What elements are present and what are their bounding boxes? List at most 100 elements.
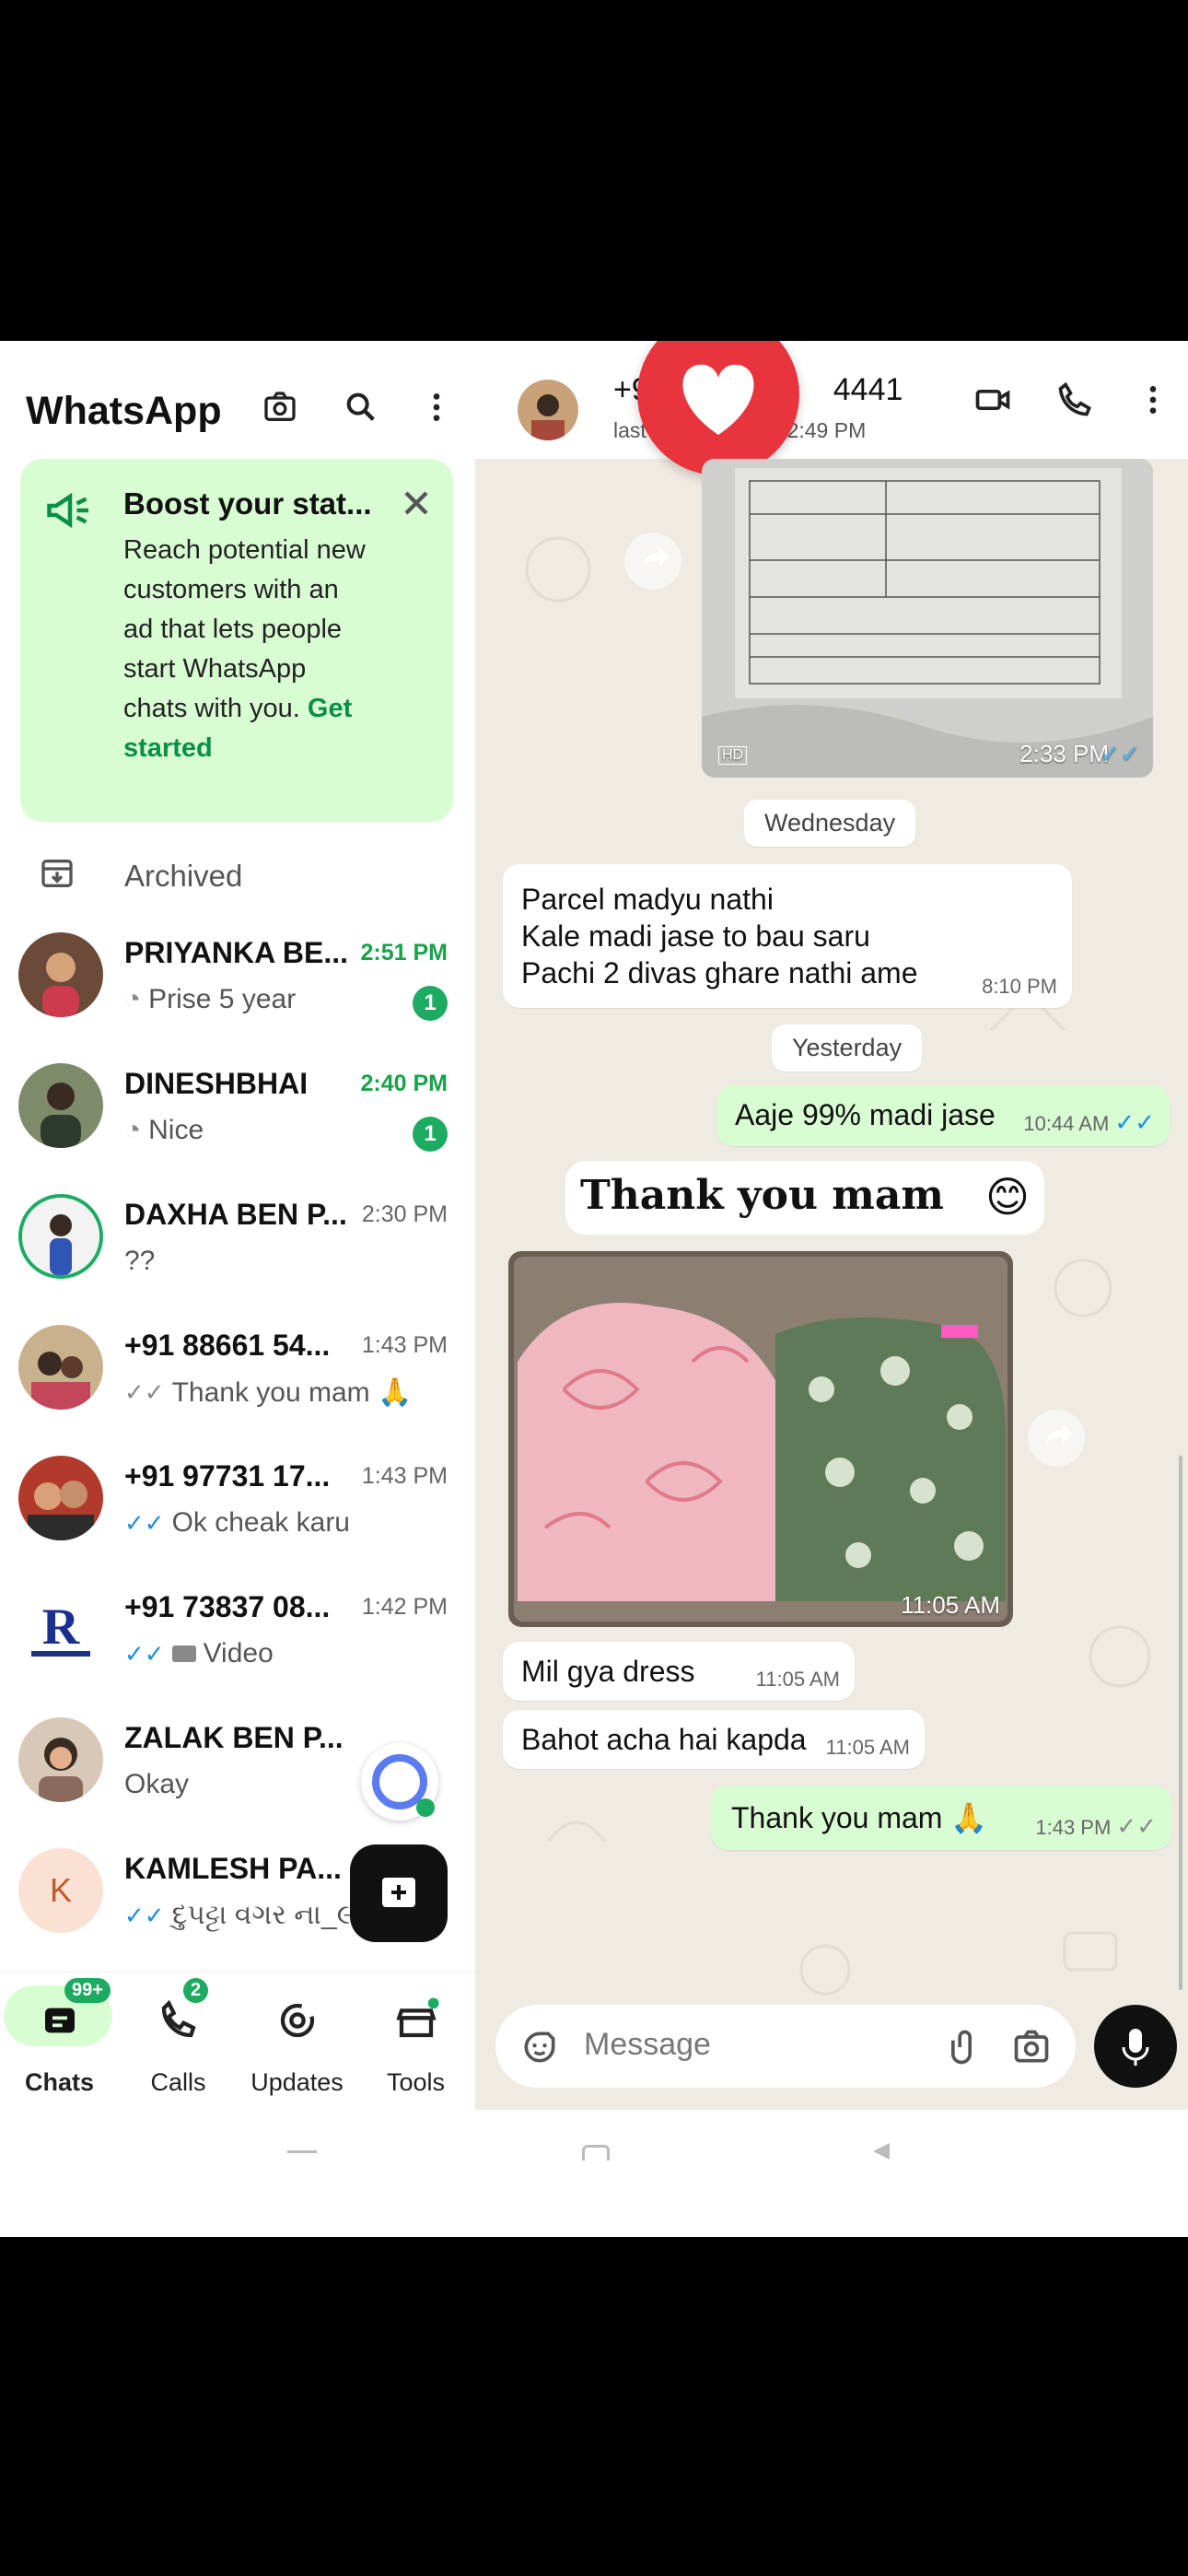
chat-preview-text: Nice	[148, 1115, 204, 1145]
chat-time: 2:51 PM	[360, 940, 448, 966]
double-tick-icon: ✓✓	[124, 1508, 165, 1537]
tab-calls[interactable]: 2 Calls	[119, 1973, 238, 2111]
tab-tools[interactable]: Tools	[356, 1973, 475, 2111]
chat-time: 1:43 PM	[361, 1463, 448, 1489]
status-mention-icon: ◔	[124, 1115, 142, 1145]
chat-name: KAMLESH PA...	[124, 1852, 342, 1885]
chat-preview-text: Video	[203, 1638, 274, 1669]
message-time: 11:05 AM	[755, 1668, 840, 1691]
forward-icon[interactable]	[624, 533, 681, 590]
chat-name: +91 88661 54...	[124, 1329, 331, 1362]
hd-label: HD	[718, 746, 748, 765]
boost-body: Reach potential new customers with an ad…	[123, 531, 372, 768]
camera-icon[interactable]	[1011, 2027, 1052, 2067]
heart-reaction-icon	[637, 341, 799, 475]
back-icon[interactable]	[873, 2143, 890, 2160]
search-icon[interactable]	[339, 385, 383, 429]
avatar	[18, 1456, 103, 1540]
chat-name: ZALAK BEN P...	[124, 1721, 344, 1754]
contact-avatar[interactable]	[518, 380, 578, 440]
scrollbar[interactable]	[1179, 1456, 1182, 1990]
outgoing-message[interactable]: Thank you mam 🙏 1:43 PM ✓✓	[711, 1786, 1171, 1850]
new-chat-button[interactable]	[350, 1844, 448, 1942]
assistant-bubble-icon[interactable]	[361, 1743, 438, 1821]
chat-preview: ✓✓ દુપટ્ટા વગર ના_૯૦	[124, 1900, 369, 1931]
avatar	[18, 1325, 103, 1410]
bottom-navigation: 99+ Chats 2 Calls Updates Tools	[0, 1972, 475, 2111]
double-tick-icon: ✓✓	[124, 1639, 165, 1668]
megaphone-icon	[42, 483, 98, 538]
message-text: Mil gya dress	[521, 1655, 695, 1688]
close-icon[interactable]	[396, 483, 437, 523]
home-icon[interactable]	[582, 2145, 610, 2160]
message-input-bar[interactable]: Message	[495, 2005, 1076, 2088]
double-tick-icon: ✓✓	[1100, 740, 1140, 767]
attach-icon[interactable]	[941, 2027, 982, 2067]
boost-status-card[interactable]: Boost your stat... Reach potential new c…	[20, 459, 453, 822]
forward-icon[interactable]	[1028, 1410, 1085, 1467]
system-navigation-bar	[0, 2110, 1188, 2237]
message-text: Thank you mam 🙏	[731, 1801, 988, 1834]
chat-preview: ✓✓ Thank you mam 🙏	[124, 1376, 412, 1409]
app-title: WhatsApp	[26, 389, 222, 433]
camera-icon[interactable]	[258, 385, 302, 429]
archived-row[interactable]: Archived	[0, 838, 475, 908]
chats-badge: 99+	[64, 1978, 111, 2003]
incoming-message[interactable]: Bahot acha hai kapda 11:05 AM	[503, 1710, 925, 1769]
chat-name: +91 73837 08...	[124, 1590, 331, 1623]
recents-icon[interactable]	[287, 2150, 317, 2153]
video-icon	[171, 1645, 196, 1662]
more-options-icon[interactable]	[414, 385, 459, 429]
mic-button[interactable]	[1094, 2005, 1177, 2088]
chat-row[interactable]: DAXHA BEN P... 2:30 PM ??	[0, 1176, 475, 1306]
svg-text:R: R	[42, 1598, 80, 1656]
avatar-initial: K	[49, 1871, 72, 1909]
phone-screen: WhatsApp Boost your stat... Reach potent…	[0, 341, 1188, 2237]
avatar	[18, 1063, 103, 1148]
chat-time: 1:42 PM	[361, 1594, 448, 1620]
avatar	[18, 1717, 103, 1802]
conversation-pane: +9 4441 last 12:49 PM HD 2:33 PM ✓✓ Wedn…	[475, 341, 1188, 2110]
sticker-icon[interactable]	[519, 2027, 560, 2067]
chat-name: +91 97731 17...	[124, 1459, 331, 1493]
chat-row[interactable]: R +91 73837 08... 1:42 PM ✓✓ Video	[0, 1568, 475, 1699]
more-options-icon[interactable]	[1131, 378, 1175, 422]
chat-list-pane: WhatsApp Boost your stat... Reach potent…	[0, 341, 475, 2111]
tab-chats[interactable]: 99+ Chats	[0, 1973, 119, 2111]
chat-row[interactable]: PRIYANKA BE... 2:51 PM ◔ Prise 5 year 1	[0, 914, 475, 1045]
chat-name: DAXHA BEN P...	[124, 1198, 347, 1231]
message-line: Kale madi jase to bau saru	[521, 919, 870, 953]
voice-call-icon[interactable]	[1054, 378, 1098, 422]
chat-row[interactable]: +91 88661 54... 1:43 PM ✓✓ Thank you mam …	[0, 1306, 475, 1437]
tab-updates[interactable]: Updates	[238, 1973, 356, 2111]
chat-row[interactable]: DINESHBHAI 2:40 PM ◔ Nice 1	[0, 1045, 475, 1176]
chat-preview: ✓✓ Video	[124, 1638, 274, 1669]
double-tick-icon: ✓✓	[124, 1901, 165, 1929]
outgoing-message[interactable]: Aaje 99% madi jase 10:44 AM ✓✓	[716, 1085, 1170, 1146]
message-line: Pachi 2 divas ghare nathi ame	[521, 956, 918, 989]
incoming-message[interactable]: Parcel madyu nathi Kale madi jase to bau…	[503, 864, 1072, 1008]
archived-label: Archived	[124, 859, 243, 893]
date-separator: Wednesday	[744, 800, 916, 847]
video-call-icon[interactable]	[971, 378, 1015, 422]
message-line: Parcel madyu nathi	[521, 883, 774, 916]
archive-icon	[39, 855, 76, 892]
image-message[interactable]: HD 2:33 PM ✓✓	[702, 459, 1153, 778]
sticker-message[interactable]: Thank you mam 😊	[565, 1161, 1044, 1235]
chat-preview: ◔ Nice	[124, 1115, 204, 1146]
message-input[interactable]: Message	[584, 2027, 711, 2063]
updates-icon	[268, 1991, 327, 2050]
chat-preview: ✓✓ Ok cheak karu	[124, 1507, 350, 1539]
avatar: R	[18, 1587, 103, 1671]
chat-preview-text: Ok cheak karu	[171, 1507, 350, 1538]
chat-name: DINESHBHAI	[124, 1067, 309, 1100]
chat-preview-text: Thank you mam 🙏	[171, 1377, 413, 1408]
chat-name: PRIYANKA BE...	[124, 936, 349, 969]
chat-row[interactable]: +91 97731 17... 1:43 PM ✓✓ Ok cheak karu	[0, 1437, 475, 1568]
chat-preview-text: દુપટ્ટા વગર ના_૯૦	[171, 1900, 370, 1930]
chat-preview: ◔ Prise 5 year	[124, 984, 296, 1015]
message-text: Bahot acha hai kapda	[521, 1723, 807, 1756]
tab-tools-label: Tools	[386, 2068, 446, 2096]
incoming-message[interactable]: Mil gya dress 11:05 AM	[503, 1642, 855, 1701]
image-message[interactable]: 11:05 AM	[508, 1251, 1013, 1627]
